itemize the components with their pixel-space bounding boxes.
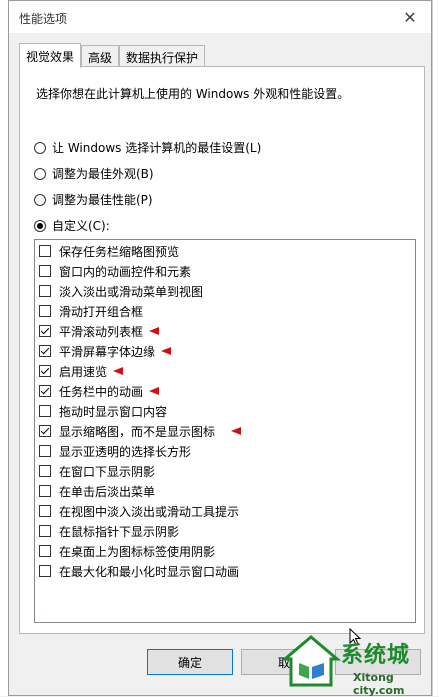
list-item-label: 启用速览	[59, 364, 108, 379]
list-item-label: 显示亚透明的选择长方形	[59, 444, 192, 459]
list-item[interactable]: 拖动时显示窗口内容	[39, 402, 167, 420]
checkbox-icon[interactable]	[39, 325, 51, 337]
checkbox-icon[interactable]	[39, 305, 51, 317]
list-item[interactable]: 在最大化和最小化时显示窗口动画	[39, 562, 239, 580]
tab-visual-effects[interactable]: 视觉效果	[19, 43, 82, 68]
background-window-right	[432, 0, 439, 696]
radio-best-appearance[interactable]: 调整为最佳外观(B)	[34, 165, 154, 182]
radio-label: 让 Windows 选择计算机的最佳设置(L)	[52, 141, 262, 155]
checkbox-icon[interactable]	[39, 565, 51, 577]
list-item-label: 任务栏中的动画	[59, 384, 144, 399]
red-arrow-icon	[231, 427, 242, 435]
list-item[interactable]: 平滑屏幕字体边缘	[39, 342, 172, 360]
radio-label: 调整为最佳外观(B)	[52, 167, 154, 181]
list-item-label: 平滑屏幕字体边缘	[59, 344, 156, 359]
list-item[interactable]: 显示缩略图，而不是显示图标	[39, 422, 242, 440]
list-item-label: 平滑滚动列表框	[59, 324, 144, 339]
list-item[interactable]: 在单击后淡出菜单	[39, 482, 155, 500]
list-item-label: 在单击后淡出菜单	[59, 484, 156, 499]
tab-data-execution-prevention[interactable]: 数据执行保护	[119, 45, 206, 68]
list-item-label: 在最大化和最小化时显示窗口动画	[59, 564, 240, 579]
checkbox-icon[interactable]	[39, 365, 51, 377]
checkbox-icon[interactable]	[39, 445, 51, 457]
list-item[interactable]: 在桌面上为图标标签使用阴影	[39, 542, 215, 560]
tab-advanced[interactable]: 高级	[81, 45, 120, 68]
list-item-label: 在桌面上为图标标签使用阴影	[59, 544, 216, 559]
list-item-label: 淡入淡出或滑动菜单到视图	[59, 284, 204, 299]
title-bar[interactable]: 性能选项 ✕	[9, 1, 431, 33]
list-item-label: 窗口内的动画控件和元素	[59, 264, 192, 279]
radio-icon[interactable]	[34, 167, 46, 180]
radio-custom[interactable]: 自定义(C):	[34, 217, 110, 234]
list-item-label: 在视图中淡入淡出或滑动工具提示	[59, 504, 240, 519]
list-item-label: 在窗口下显示阴影	[59, 464, 156, 479]
checkbox-icon[interactable]	[39, 405, 51, 417]
checkbox-icon[interactable]	[39, 265, 51, 277]
red-arrow-icon	[113, 367, 124, 375]
radio-icon[interactable]	[34, 219, 46, 232]
visual-effects-panel: 选择你想在此计算机上使用的 Windows 外观和性能设置。 让 Windows…	[19, 66, 425, 646]
close-icon[interactable]: ✕	[397, 5, 423, 29]
checkbox-icon[interactable]	[39, 385, 51, 397]
checkbox-icon[interactable]	[39, 245, 51, 257]
radio-label: 自定义(C):	[52, 219, 110, 233]
checkbox-icon[interactable]	[39, 345, 51, 357]
list-item-label: 滑动打开组合框	[59, 304, 144, 319]
dialog-title: 性能选项	[19, 12, 68, 26]
list-item[interactable]: 启用速览	[39, 362, 124, 380]
checkbox-icon[interactable]	[39, 525, 51, 537]
watermark-logo: 系统城 Xitong city.com	[279, 631, 439, 697]
list-item[interactable]: 在窗口下显示阴影	[39, 462, 155, 480]
list-item-label: 在鼠标指针下显示阴影	[59, 524, 180, 539]
checkbox-icon[interactable]	[39, 285, 51, 297]
watermark-house-icon	[281, 635, 341, 687]
list-item[interactable]: 在鼠标指针下显示阴影	[39, 522, 179, 540]
effects-list[interactable]: 保存任务栏缩略图预览 窗口内的动画控件和元素 淡入淡出或滑动菜单到视图 滑动打开…	[34, 239, 416, 646]
list-item[interactable]: 滑动打开组合框	[39, 302, 143, 320]
list-item-label: 显示缩略图，而不是显示图标	[59, 424, 216, 439]
list-item[interactable]: 平滑滚动列表框	[39, 322, 160, 340]
performance-options-dialog: 性能选项 ✕ 视觉效果 高级 数据执行保护 选择你想在此计算机上使用的 Wind…	[8, 0, 432, 697]
list-item[interactable]: 显示亚透明的选择长方形	[39, 442, 191, 460]
red-arrow-icon	[149, 327, 160, 335]
checkbox-icon[interactable]	[39, 545, 51, 557]
checkbox-icon[interactable]	[39, 465, 51, 477]
radio-label: 调整为最佳性能(P)	[52, 193, 153, 207]
list-item[interactable]: 窗口内的动画控件和元素	[39, 262, 191, 280]
watermark-text: 系统城	[341, 643, 411, 668]
description-text: 选择你想在此计算机上使用的 Windows 外观和性能设置。	[36, 87, 350, 101]
radio-best-performance[interactable]: 调整为最佳性能(P)	[34, 191, 153, 208]
watermark-subtext: Xitong city.com	[353, 671, 405, 697]
radio-let-windows-choose[interactable]: 让 Windows 选择计算机的最佳设置(L)	[34, 139, 261, 156]
list-item[interactable]: 任务栏中的动画	[39, 382, 160, 400]
list-item[interactable]: 保存任务栏缩略图预览	[39, 242, 179, 260]
list-item-label: 拖动时显示窗口内容	[59, 404, 168, 419]
list-item[interactable]: 在视图中淡入淡出或滑动工具提示	[39, 502, 239, 520]
radio-icon[interactable]	[34, 193, 46, 206]
checkbox-icon[interactable]	[39, 485, 51, 497]
ok-button[interactable]: 确定	[147, 649, 233, 675]
checkbox-icon[interactable]	[39, 425, 51, 437]
radio-icon[interactable]	[34, 141, 46, 154]
list-item[interactable]: 淡入淡出或滑动菜单到视图	[39, 282, 203, 300]
list-item-label: 保存任务栏缩略图预览	[59, 244, 180, 259]
tab-strip: 视觉效果 高级 数据执行保护	[19, 43, 206, 68]
red-arrow-icon	[149, 387, 160, 395]
checkbox-icon[interactable]	[39, 505, 51, 517]
red-arrow-icon	[161, 347, 172, 355]
